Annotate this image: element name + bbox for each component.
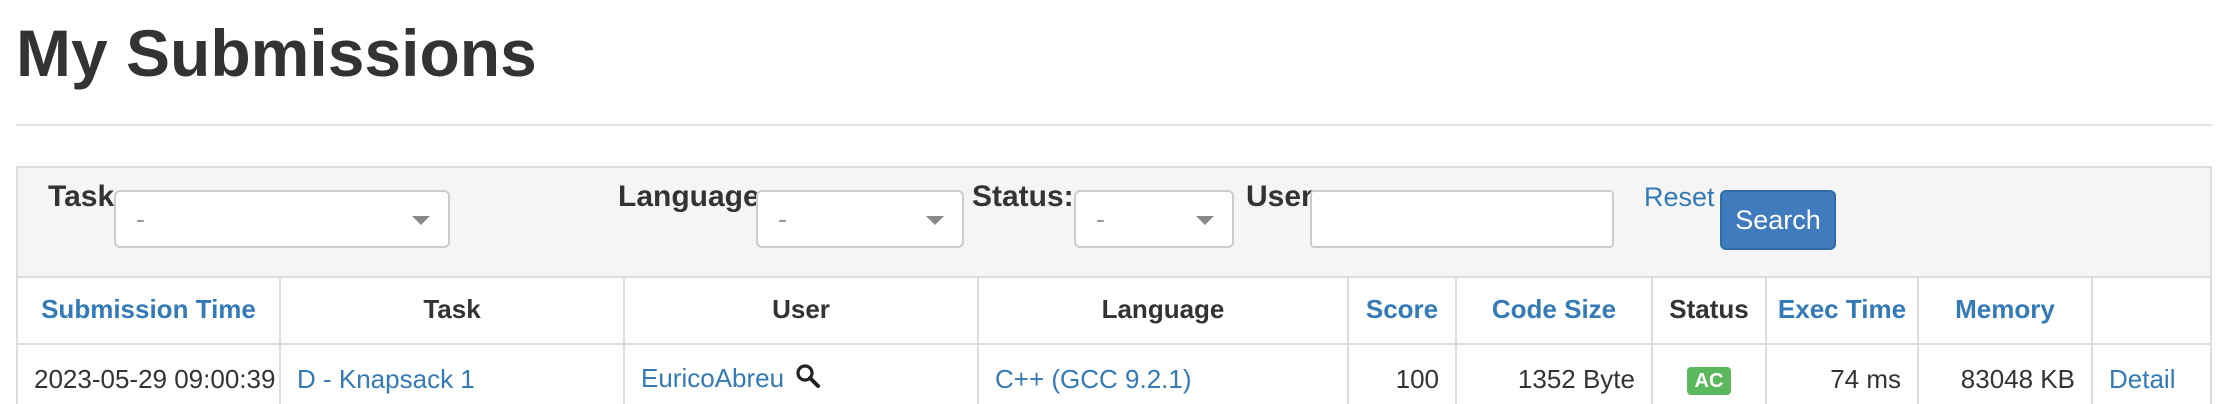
status-filter-value: -	[1096, 204, 1105, 234]
header-detail	[2092, 276, 2210, 345]
header-submission-time[interactable]: Submission Time	[18, 276, 281, 345]
chevron-down-icon	[412, 216, 430, 225]
header-score[interactable]: Score	[1348, 276, 1457, 345]
cell-exec-time: 74 ms	[1766, 344, 1919, 404]
search-button[interactable]: Search	[1720, 190, 1836, 250]
cell-code-size: 1352 Byte	[1456, 344, 1653, 404]
submissions-panel: Task: - Language: - Status: - User: Rese…	[16, 166, 2212, 404]
task-filter-select[interactable]: -	[114, 190, 450, 248]
user-filter-input[interactable]	[1310, 190, 1614, 248]
title-divider	[16, 124, 2212, 126]
language-filter-select[interactable]: -	[756, 190, 964, 248]
language-link[interactable]: C++ (GCC 9.2.1)	[978, 344, 1349, 404]
chevron-down-icon	[1196, 216, 1214, 225]
submissions-page: My Submissions Task: - Language: - Statu…	[0, 0, 2234, 404]
task-filter-value: -	[136, 204, 145, 234]
user-link[interactable]: EuricoAbreu	[641, 363, 784, 393]
header-status: Status	[1652, 276, 1767, 345]
header-code-size[interactable]: Code Size	[1456, 276, 1653, 345]
cell-memory: 83048 KB	[1918, 344, 2093, 404]
table-row: 2023-05-29 09:00:39 D - Knapsack 1 Euric…	[18, 344, 2210, 404]
reset-link[interactable]: Reset	[1644, 168, 1715, 226]
status-filter-label: Status:	[972, 180, 1074, 213]
header-task: Task	[280, 276, 625, 345]
header-memory[interactable]: Memory	[1918, 276, 2093, 345]
status-filter-select[interactable]: -	[1074, 190, 1234, 248]
task-filter-label: Task:	[48, 180, 125, 213]
page-title: My Submissions	[16, 16, 537, 90]
table-header: Submission Time Task User Language Score…	[18, 276, 2210, 345]
language-filter-label: Language:	[618, 180, 770, 213]
cell-user: EuricoAbreu	[624, 344, 979, 404]
cell-status: AC	[1652, 344, 1767, 404]
chevron-down-icon	[926, 216, 944, 225]
header-user: User	[624, 276, 979, 345]
detail-link[interactable]: Detail	[2092, 344, 2210, 404]
status-badge: AC	[1686, 367, 1732, 396]
filter-bar: Task: - Language: - Status: - User: Rese…	[18, 168, 2210, 278]
header-exec-time[interactable]: Exec Time	[1766, 276, 1919, 345]
header-language: Language	[978, 276, 1349, 345]
search-icon[interactable]	[795, 363, 821, 396]
language-filter-value: -	[778, 204, 787, 234]
task-link[interactable]: D - Knapsack 1	[280, 344, 625, 404]
submissions-table: Submission Time Task User Language Score…	[18, 276, 2210, 404]
cell-submission-time: 2023-05-29 09:00:39	[18, 344, 281, 404]
cell-score: 100	[1348, 344, 1457, 404]
